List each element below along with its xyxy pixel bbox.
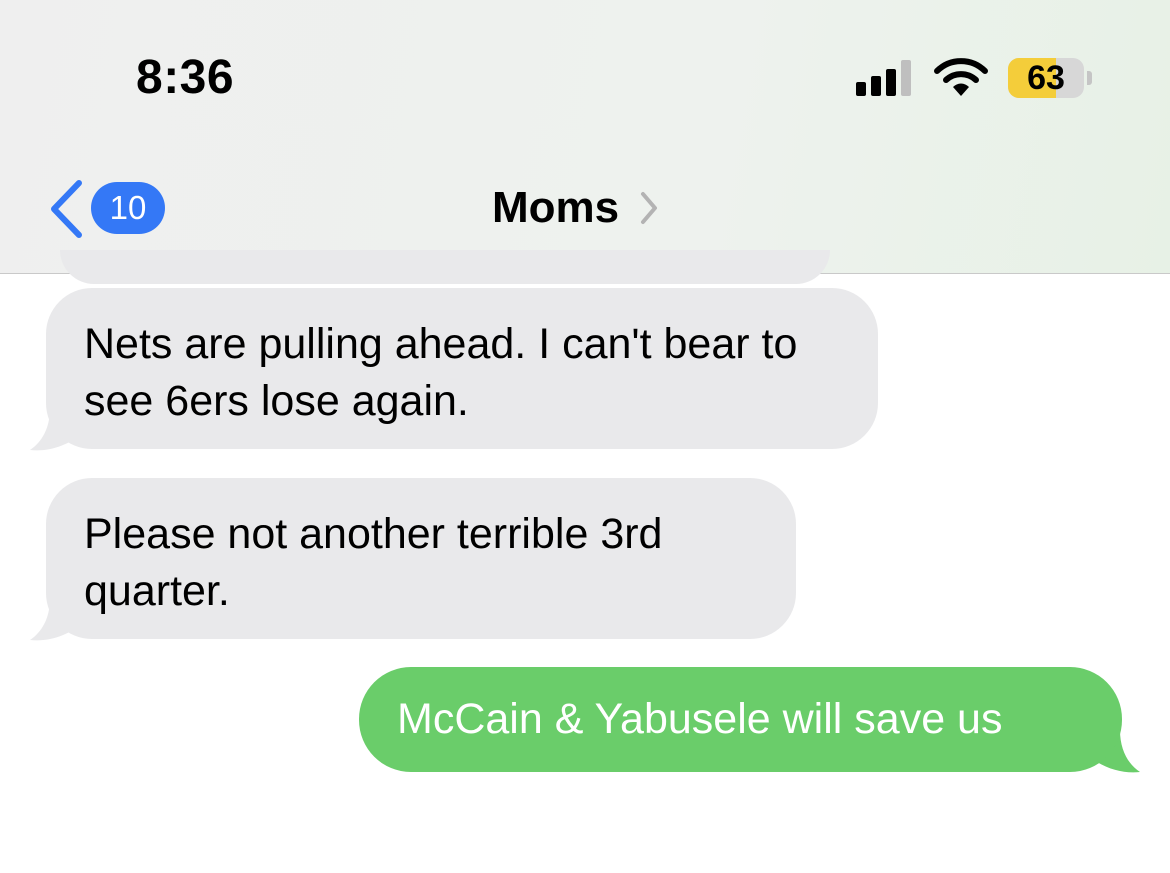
battery-body: 63 [1008, 58, 1084, 98]
wifi-icon [934, 58, 988, 96]
message-bubble-received[interactable]: Please not another terrible 3rd quarter. [46, 478, 796, 639]
battery-icon: 63 [1008, 58, 1092, 98]
signal-bar [871, 76, 881, 96]
status-time: 8:36 [136, 51, 235, 104]
unread-count-badge[interactable]: 10 [91, 182, 165, 234]
contact-name: Moms [492, 183, 620, 232]
battery-percentage: 63 [1027, 59, 1065, 97]
message-text: Please not another terrible 3rd quarter. [84, 510, 663, 615]
chevron-right-icon [641, 192, 658, 224]
previous-message-bubble[interactable] [60, 250, 830, 284]
message-bubble-received[interactable]: Nets are pulling ahead. I can't bear to … [46, 288, 878, 449]
signal-bar [856, 82, 866, 96]
chevron-left-icon[interactable] [46, 178, 86, 240]
message-text: Nets are pulling ahead. I can't bear to … [84, 320, 798, 425]
contact-header-button[interactable]: Moms [492, 180, 659, 236]
navigation-header: 8:36 63 10 Moms [0, 0, 1170, 274]
signal-bar [886, 69, 896, 96]
message-bubble-sent[interactable]: McCain & Yabusele will save us [359, 667, 1122, 772]
signal-bar [901, 60, 911, 96]
cellular-signal-icon [856, 60, 914, 96]
message-text: McCain & Yabusele will save us [397, 695, 1003, 743]
battery-tip [1087, 71, 1092, 85]
